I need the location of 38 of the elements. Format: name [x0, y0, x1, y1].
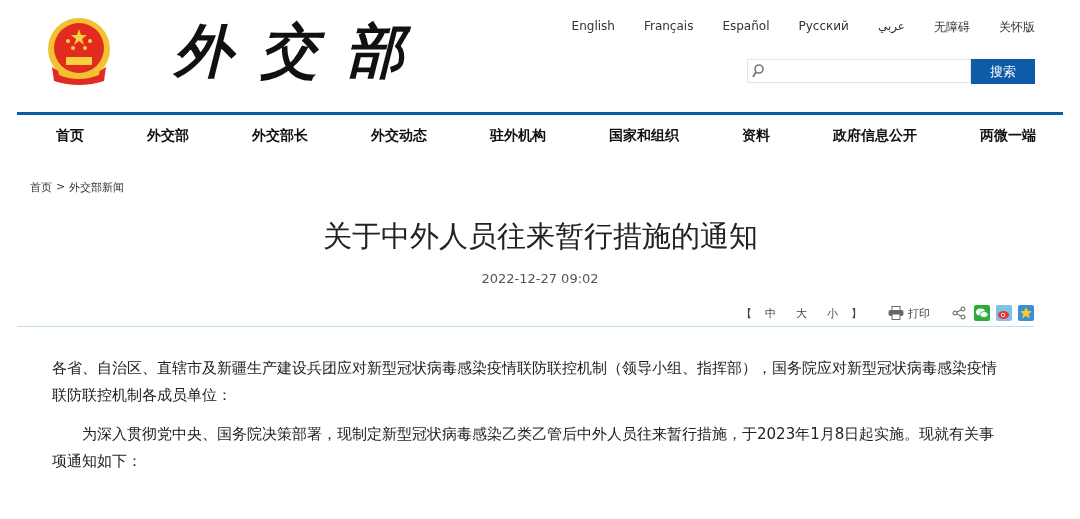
font-size-link[interactable]: 中	[765, 305, 776, 321]
article-title: 关于中外人员往来暂行措施的通知	[321, 218, 759, 255]
nav-item[interactable]: 驻外机构	[490, 127, 546, 145]
nav-item[interactable]: 外交部长	[252, 127, 308, 145]
breadcrumb-link[interactable]: 首页	[30, 180, 52, 195]
breadcrumb-link[interactable]: 外交部新闻	[69, 180, 125, 195]
nav-item[interactable]: 首页	[56, 127, 84, 145]
nav-item[interactable]: 两微一端	[980, 127, 1036, 145]
site-logo[interactable]: 外交部	[174, 13, 432, 91]
search-button[interactable]: 搜索	[971, 59, 1035, 84]
bracket: 】	[851, 305, 862, 321]
bracket: 【	[741, 305, 752, 321]
nav-item[interactable]: 外交部	[147, 127, 189, 145]
language-link[interactable]: 无障碍	[934, 19, 970, 36]
language-link[interactable]: 关怀版	[999, 19, 1035, 36]
font-size-link[interactable]: 大	[796, 305, 807, 321]
nav-item[interactable]: 国家和组织	[609, 127, 679, 145]
share-icon[interactable]	[952, 306, 966, 320]
language-link[interactable]: Español	[722, 19, 770, 36]
language-link[interactable]: عربي	[877, 19, 905, 36]
article-paragraph: 为深入贯彻党中央、国务院决策部署，现制定新型冠状病毒感染乙类乙管后中外人员往来暂行措施，于2023年1月8日起实施。现就有关事项通知如下：	[52, 424, 996, 472]
nav-item[interactable]: 外交动态	[371, 127, 427, 145]
language-link[interactable]: Français	[643, 19, 694, 36]
star-icon[interactable]	[1018, 305, 1034, 321]
publish-date: 2022-12-27 09:02	[480, 271, 600, 286]
font-size-link[interactable]: 小	[827, 305, 838, 321]
eye-logo-icon[interactable]	[996, 305, 1012, 321]
language-link[interactable]: Русский	[798, 19, 849, 36]
breadcrumb-separator: >	[56, 180, 66, 195]
print-link[interactable]: 打印	[888, 305, 930, 321]
search-field[interactable]	[747, 59, 971, 83]
language-link[interactable]: English	[571, 19, 615, 36]
nav-item[interactable]: 资料	[742, 127, 770, 145]
search-icon	[752, 64, 764, 78]
printer-icon	[888, 306, 904, 320]
article-paragraph: 各省、自治区、直辖市及新疆生产建设兵团应对新型冠状病毒感染疫情联防联控机制（领导小组、指挥部），国务院应对新型冠状病毒感染疫情联防联控机制各成员单位：	[52, 358, 998, 406]
chat-icon[interactable]	[974, 305, 990, 321]
nav-item[interactable]: 政府信息公开	[833, 127, 917, 145]
